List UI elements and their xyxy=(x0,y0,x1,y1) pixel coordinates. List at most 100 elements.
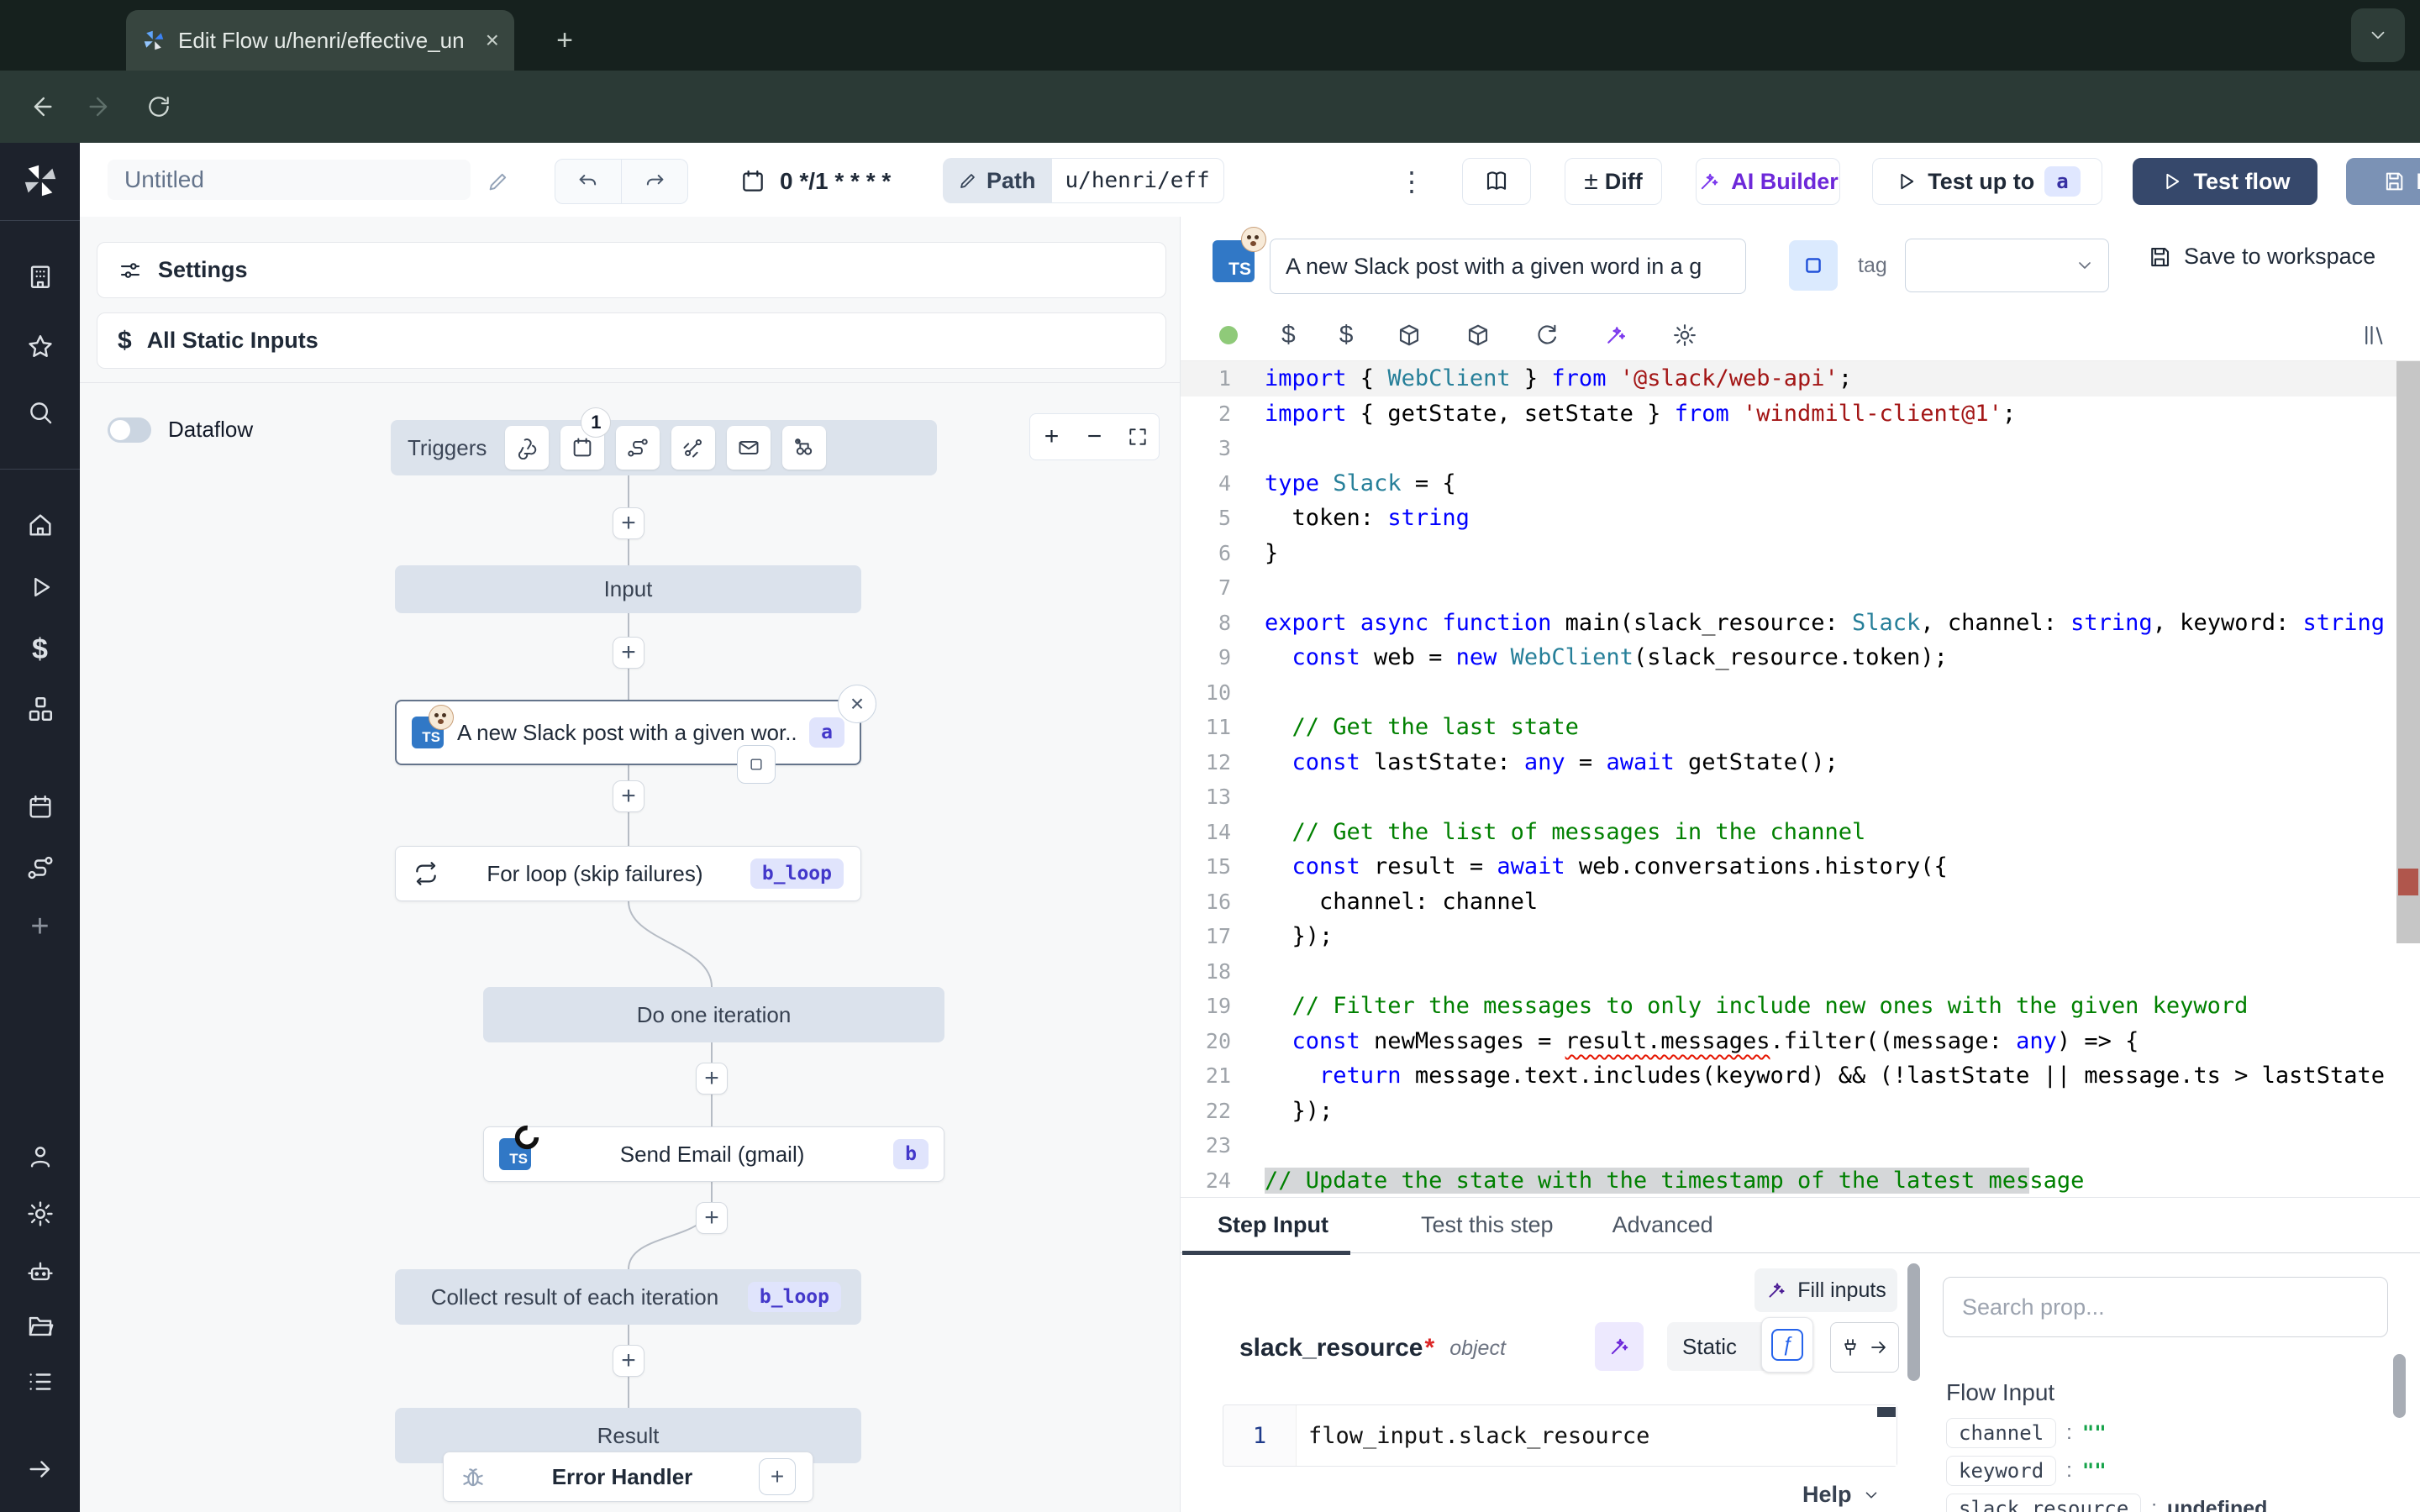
sidebar-item-routes[interactable] xyxy=(0,853,80,882)
code-line[interactable]: 23 xyxy=(1181,1128,2420,1163)
zoom-out-button[interactable]: − xyxy=(1073,414,1116,459)
edit-name-button[interactable] xyxy=(481,166,515,197)
more-options-button[interactable]: ⋮ xyxy=(1395,160,1428,203)
code-line[interactable]: 13 xyxy=(1181,780,2420,815)
add-error-handler-button[interactable]: + xyxy=(759,1458,796,1495)
save-to-workspace-button[interactable]: Save to workspace xyxy=(2147,244,2375,270)
package-icon[interactable] xyxy=(1397,323,1422,348)
stop-after-if-button[interactable] xyxy=(737,745,776,784)
diff-button[interactable]: ±Diff xyxy=(1565,158,1662,205)
sidebar-item-logs[interactable] xyxy=(0,1368,80,1396)
trigger-route-button[interactable] xyxy=(616,426,660,470)
code-line[interactable]: 4type Slack = { xyxy=(1181,466,2420,501)
code-line[interactable]: 19 // Filter the messages to only includ… xyxy=(1181,989,2420,1024)
code-line[interactable]: 12 const lastState: any = await getState… xyxy=(1181,745,2420,780)
test-flow-button[interactable]: Test flow xyxy=(2133,158,2317,205)
resources-button[interactable]: $ xyxy=(1339,321,1354,349)
schedule-summary[interactable]: 0 */1 * * * * xyxy=(739,160,891,203)
trigger-webhook-button[interactable] xyxy=(505,426,549,470)
code-line[interactable]: 7 xyxy=(1181,570,2420,606)
tab-close-icon[interactable]: × xyxy=(486,27,499,54)
tab-step-input[interactable]: Step Input xyxy=(1184,1212,1362,1238)
add-step-button[interactable]: + xyxy=(696,1202,728,1234)
draft-button[interactable]: Draft xyxy=(2346,158,2420,205)
code-line[interactable]: 10 xyxy=(1181,675,2420,711)
trigger-websocket-button[interactable] xyxy=(671,426,715,470)
add-step-button[interactable]: + xyxy=(696,1063,728,1095)
prop-name-pill[interactable]: channel xyxy=(1946,1418,2056,1448)
tag-select[interactable] xyxy=(1905,239,2109,292)
dataflow-toggle[interactable] xyxy=(108,417,151,443)
sidebar-item-favorites[interactable] xyxy=(0,333,80,361)
settings-item[interactable]: Settings xyxy=(97,242,1166,298)
sidebar-item-account[interactable] xyxy=(0,1142,80,1171)
code-line[interactable]: 6} xyxy=(1181,536,2420,571)
back-button[interactable] xyxy=(12,92,71,121)
sidebar-expand[interactable] xyxy=(0,1455,80,1483)
tab-advanced[interactable]: Advanced xyxy=(1612,1212,1713,1238)
flow-graph[interactable]: Dataflow Triggers 1 + − xyxy=(80,383,1180,1512)
code-line[interactable]: 5 token: string xyxy=(1181,501,2420,536)
code-line[interactable]: 21 return message.text.includes(keyword)… xyxy=(1181,1058,2420,1094)
code-line[interactable]: 3 xyxy=(1181,431,2420,466)
browser-tab[interactable]: Edit Flow u/henri/effective_un × xyxy=(126,10,514,71)
sidebar-item-home[interactable] xyxy=(0,511,80,539)
node-send-email[interactable]: TS Send Email (gmail) b xyxy=(483,1126,944,1182)
connect-input-button[interactable] xyxy=(1830,1322,1899,1373)
code-line[interactable]: 2import { getState, setState } from 'win… xyxy=(1181,396,2420,432)
add-step-button[interactable]: + xyxy=(613,780,644,812)
docs-button[interactable] xyxy=(1462,158,1531,205)
variables-button[interactable]: $ xyxy=(1281,321,1296,349)
help-button[interactable]: Help xyxy=(1802,1482,1881,1508)
gear-icon[interactable] xyxy=(1672,323,1697,348)
zoom-in-button[interactable]: + xyxy=(1030,414,1073,459)
tab-test-this-step[interactable]: Test this step xyxy=(1421,1212,1554,1238)
zoom-fit-button[interactable] xyxy=(1116,414,1159,459)
step-name-input[interactable]: A new Slack post with a given word in a … xyxy=(1270,239,1746,294)
node-slack-step[interactable]: TS A new Slack post with a given wor... … xyxy=(395,700,861,765)
triggers-bar[interactable]: Triggers 1 xyxy=(391,420,937,475)
code-line[interactable]: 14 // Get the list of messages in the ch… xyxy=(1181,815,2420,850)
sidebar-item-schedules[interactable] xyxy=(0,793,80,822)
dataflow-toggle-group[interactable]: Dataflow xyxy=(108,417,253,443)
sidebar-item-settings[interactable] xyxy=(0,1200,80,1228)
undo-button[interactable] xyxy=(555,159,622,204)
props-scrollbar[interactable] xyxy=(2393,1354,2406,1418)
add-step-button[interactable]: + xyxy=(613,637,644,669)
library-icon[interactable] xyxy=(2361,323,2386,348)
fill-inputs-button[interactable]: Fill inputs xyxy=(1754,1268,1897,1312)
stop-button[interactable] xyxy=(1789,240,1838,291)
prop-name-pill[interactable]: keyword xyxy=(1946,1456,2056,1486)
sidebar-item-add[interactable]: + xyxy=(0,909,80,945)
code-line[interactable]: 24// Update the state with the timestamp… xyxy=(1181,1163,2420,1199)
code-editor[interactable]: 1import { WebClient } from '@slack/web-a… xyxy=(1181,361,2420,1198)
code-line[interactable]: 8export async function main(slack_resour… xyxy=(1181,606,2420,641)
sidebar-item-search[interactable] xyxy=(0,398,80,427)
node-collect-result[interactable]: Collect result of each iteration b_loop xyxy=(395,1269,861,1325)
add-step-button[interactable]: + xyxy=(613,507,644,539)
flow-name-input[interactable]: Untitled xyxy=(108,160,471,200)
trigger-schedule-button[interactable]: 1 xyxy=(560,426,604,470)
code-line[interactable]: 17 }); xyxy=(1181,919,2420,954)
sidebar-item-folders[interactable] xyxy=(0,1312,80,1341)
delete-step-button[interactable]: × xyxy=(838,685,876,723)
search-prop-input[interactable]: Search prop... xyxy=(1943,1277,2388,1337)
package-icon[interactable] xyxy=(1465,323,1491,348)
flow-input-prop-row[interactable]: keyword:"" xyxy=(1946,1456,2400,1486)
code-line[interactable]: 9 const web = new WebClient(slack_resour… xyxy=(1181,640,2420,675)
code-line[interactable]: 18 xyxy=(1181,954,2420,990)
sidebar-item-resources[interactable] xyxy=(0,694,80,724)
code-line[interactable]: 22 }); xyxy=(1181,1094,2420,1129)
code-line[interactable]: 1import { WebClient } from '@slack/web-a… xyxy=(1181,361,2420,396)
code-line[interactable]: 11 // Get the last state xyxy=(1181,710,2420,745)
ai-builder-button[interactable]: AI Builder xyxy=(1696,158,1840,205)
expression-editor[interactable]: 1 flow_input.slack_resource xyxy=(1223,1404,1897,1467)
tab-search-button[interactable] xyxy=(2351,8,2405,62)
node-error-handler[interactable]: Error Handler + xyxy=(443,1452,813,1502)
sidebar-item-ai[interactable] xyxy=(0,1257,80,1285)
ai-suggest-button[interactable] xyxy=(1595,1322,1644,1371)
trigger-poll-button[interactable] xyxy=(782,426,826,470)
editor-scrollbar[interactable] xyxy=(2396,361,2420,943)
add-step-button[interactable]: + xyxy=(613,1345,644,1377)
test-up-to-button[interactable]: Test up to a xyxy=(1872,158,2102,205)
